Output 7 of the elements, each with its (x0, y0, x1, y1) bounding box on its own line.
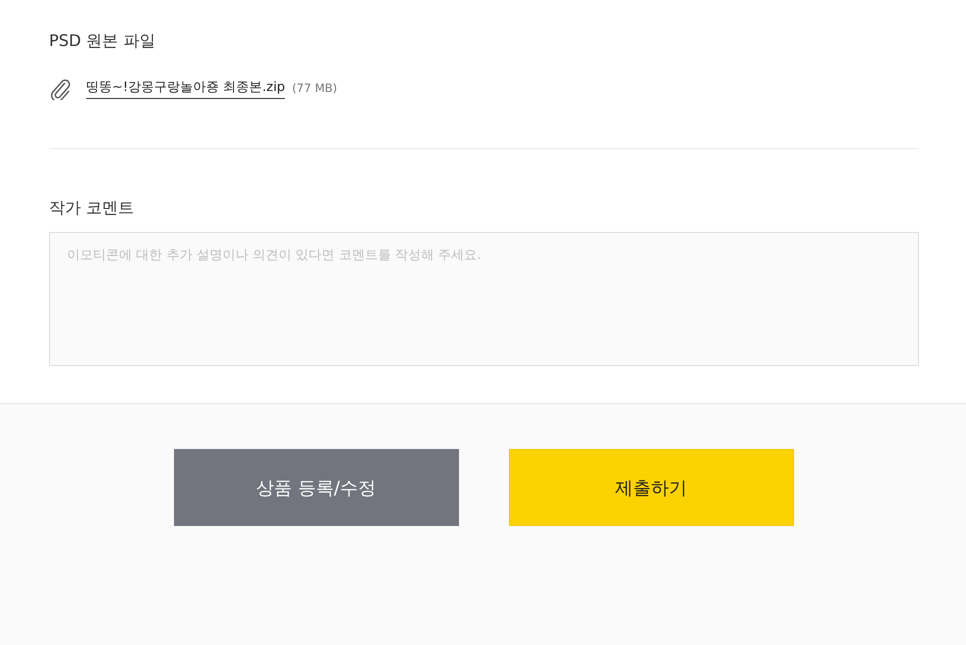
section-title: PSD 원본 파일 (49, 30, 156, 52)
file-link[interactable]: 띵똥~!강몽구랑놀아죵 최종본.zip (86, 78, 286, 98)
section-title: 작가 코멘트 (49, 197, 134, 219)
comment-field[interactable]: 이모티콘에 대한 추가 설명이나 의견이 있다면 코멘트를 작성해 주세요. (49, 232, 919, 366)
submit-button[interactable]: 제출하기 (508, 449, 794, 526)
edit-product-button[interactable]: 상품 등록/수정 (174, 449, 458, 526)
file-size: (77 MB) (292, 81, 338, 95)
